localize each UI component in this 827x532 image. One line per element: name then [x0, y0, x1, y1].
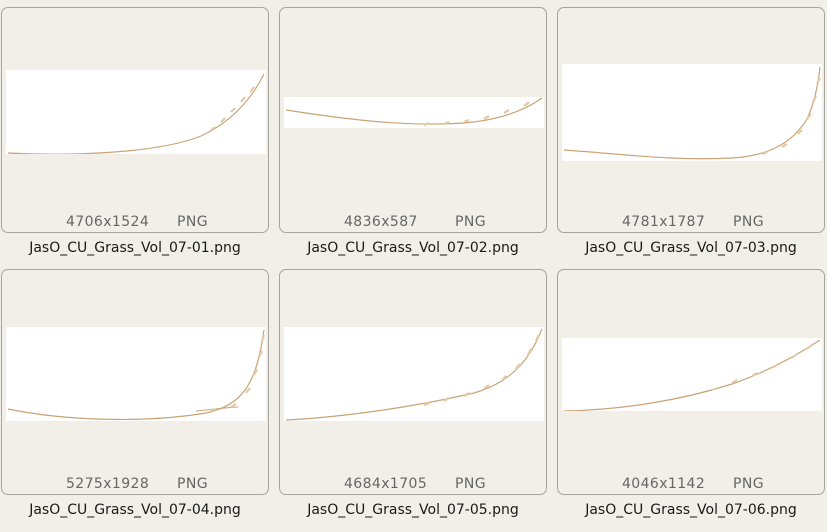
image-dimensions: 4684x1705 [344, 476, 428, 492]
thumbnail-frame[interactable]: 4836x587 PNG [279, 7, 547, 233]
file-format: PNG [177, 476, 208, 492]
file-format: PNG [177, 214, 208, 230]
thumbnail-image [284, 327, 544, 421]
image-dimensions: 4706x1524 [66, 214, 150, 230]
thumbnail-frame[interactable]: 4706x1524 PNG [1, 7, 269, 233]
file-name[interactable]: JasO_CU_Grass_Vol_07-05.png [279, 502, 547, 518]
file-item[interactable]: 4836x587 PNG JasO_CU_Grass_Vol_07-02.png [279, 7, 549, 269]
image-dimensions: 5275x1928 [66, 476, 150, 492]
thumbnail-image [562, 338, 822, 411]
file-item[interactable]: 5275x1928 PNG JasO_CU_Grass_Vol_07-04.pn… [1, 269, 271, 531]
file-format: PNG [733, 214, 764, 230]
thumbnail-frame[interactable]: 4684x1705 PNG [279, 269, 547, 495]
file-item[interactable]: 4781x1787 PNG JasO_CU_Grass_Vol_07-03.pn… [557, 7, 827, 269]
image-dimensions: 4781x1787 [622, 214, 706, 230]
thumbnail-image [6, 70, 266, 154]
thumbnail-frame[interactable]: 4046x1142 PNG [557, 269, 825, 495]
file-item[interactable]: 4706x1524 PNG JasO_CU_Grass_Vol_07-01.pn… [1, 7, 271, 269]
file-name[interactable]: JasO_CU_Grass_Vol_07-06.png [557, 502, 825, 518]
file-name[interactable]: JasO_CU_Grass_Vol_07-02.png [279, 240, 547, 256]
image-dimensions: 4046x1142 [622, 476, 706, 492]
file-format: PNG [455, 476, 486, 492]
file-format: PNG [733, 476, 764, 492]
file-name[interactable]: JasO_CU_Grass_Vol_07-03.png [557, 240, 825, 256]
thumbnail-frame[interactable]: 5275x1928 PNG [1, 269, 269, 495]
thumbnail-image [562, 64, 822, 161]
file-item[interactable]: 4684x1705 PNG JasO_CU_Grass_Vol_07-05.pn… [279, 269, 549, 531]
file-format: PNG [455, 214, 486, 230]
thumbnail-frame[interactable]: 4781x1787 PNG [557, 7, 825, 233]
file-item[interactable]: 4046x1142 PNG JasO_CU_Grass_Vol_07-06.pn… [557, 269, 827, 531]
file-name[interactable]: JasO_CU_Grass_Vol_07-01.png [1, 240, 269, 256]
file-name[interactable]: JasO_CU_Grass_Vol_07-04.png [1, 502, 269, 518]
image-dimensions: 4836x587 [344, 214, 418, 230]
thumbnail-image [284, 97, 544, 128]
thumbnail-image [6, 327, 266, 421]
